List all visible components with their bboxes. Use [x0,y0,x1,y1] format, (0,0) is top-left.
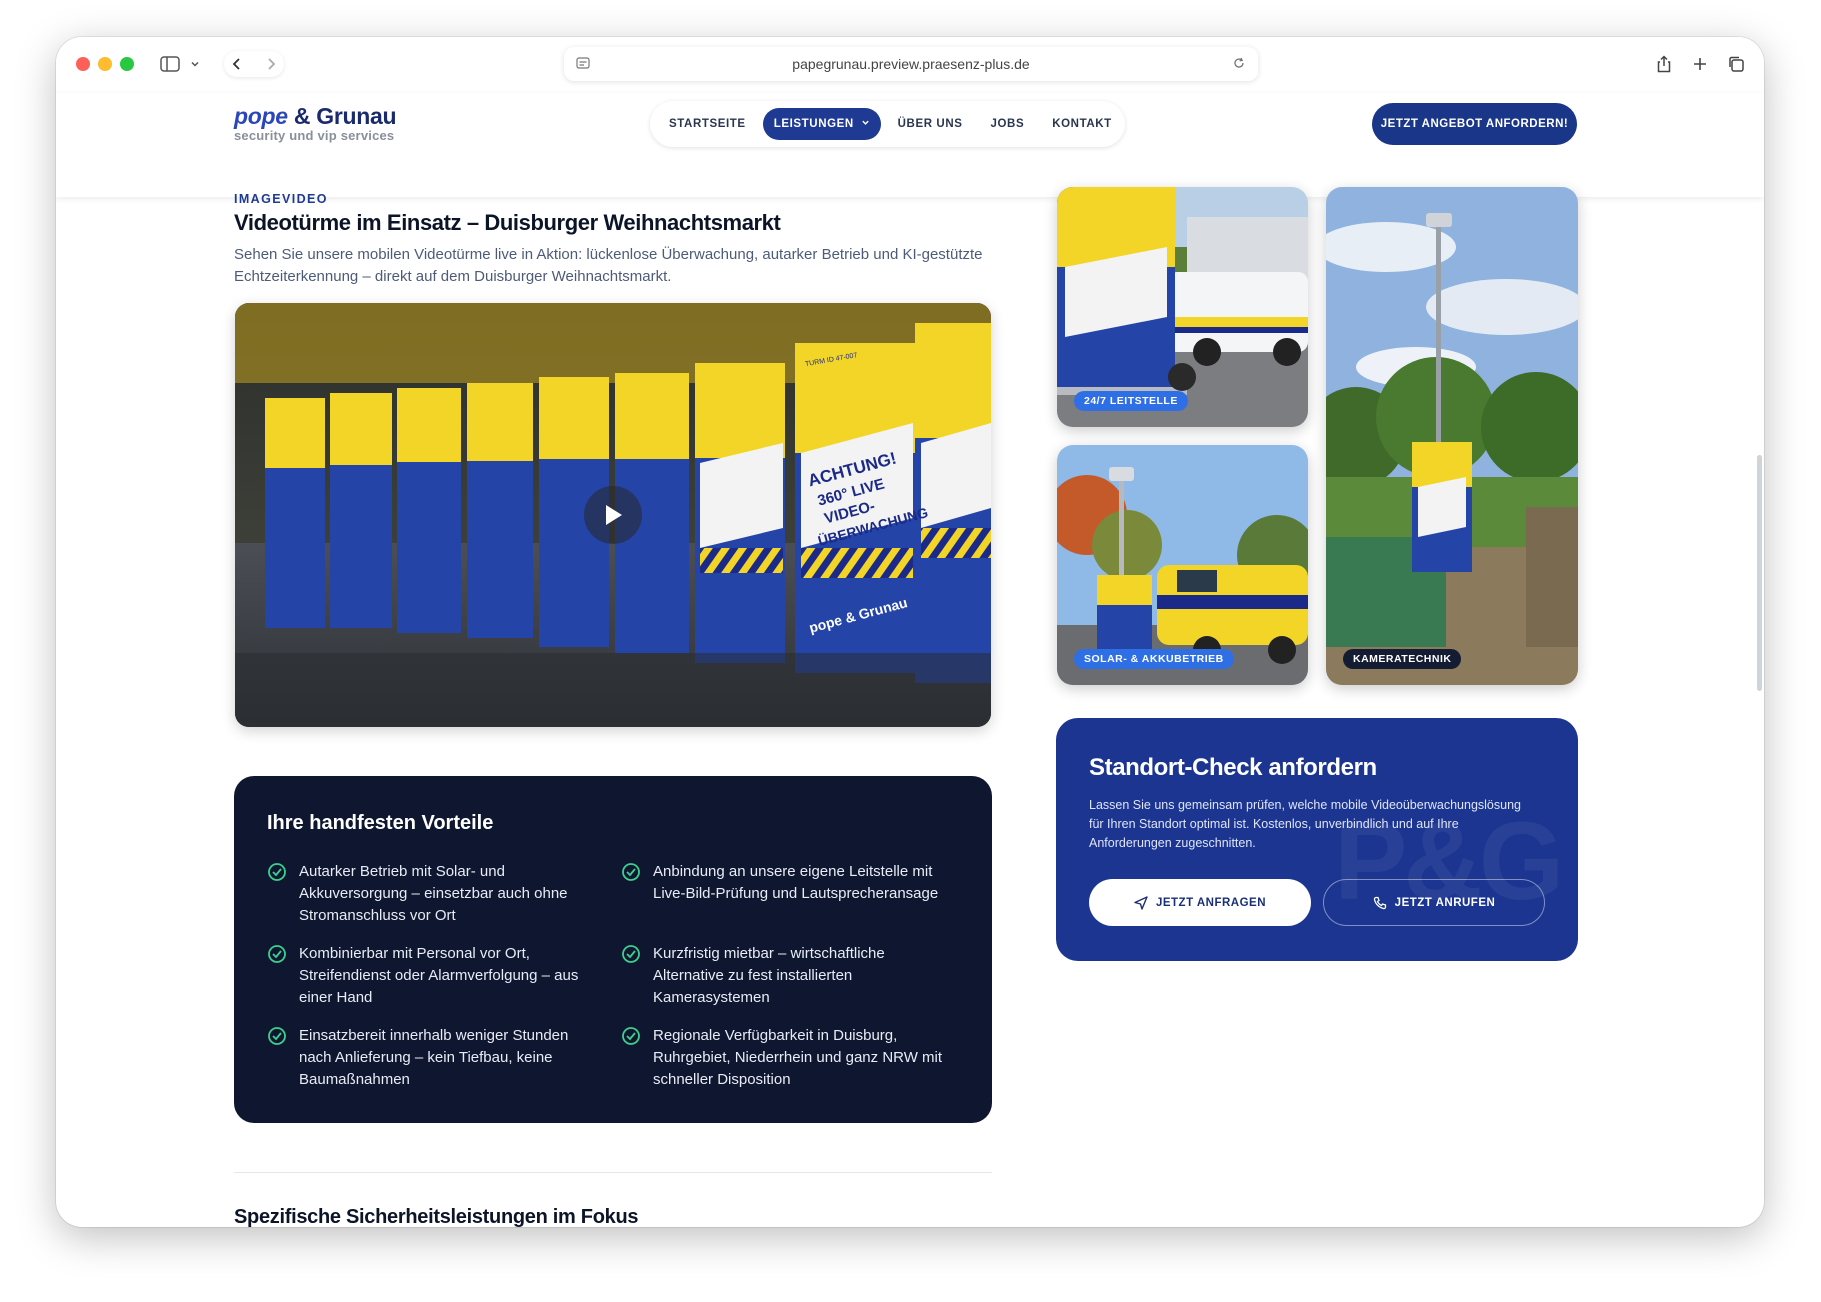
page-scrollbar[interactable] [1757,455,1762,691]
sidebar-icon [160,56,180,72]
nav-item-leistungen[interactable]: LEISTUNGEN [762,108,881,140]
browser-toolbar: papegrunau.preview.praesenz-plus.de [56,37,1764,93]
section-eyebrow: IMAGEVIDEO [234,192,328,206]
specific-services-heading: Spezifische Sicherheitsleistungen im Fok… [234,1206,639,1227]
advantage-item: Regionale Verfügbarkeit in Duisburg, Ruh… [621,1025,951,1091]
cta-card-title: Standort-Check anfordern [1089,754,1377,781]
tile-badge: 24/7 LEITSTELLE [1074,391,1188,411]
send-icon [1134,895,1148,910]
tile-badge: SOLAR- & AKKUBETRIEB [1074,649,1234,669]
video-description: Sehen Sie unsere mobilen Videotürme live… [234,246,983,285]
close-window-button[interactable] [76,57,90,71]
share-button[interactable] [1652,51,1676,77]
advantage-text: Kombinierbar mit Personal vor Ort, Strei… [299,945,579,1006]
check-circle-icon [622,1027,640,1045]
check-circle-icon [268,945,286,963]
gallery-tile-solar[interactable]: SOLAR- & AKKUBETRIEB [1057,445,1308,685]
site-logo[interactable]: pope & Grunau security und vip services [234,103,397,143]
advantage-text: Autarker Betrieb mit Solar- und Akkuvers… [299,863,568,924]
advantage-item: Kombinierbar mit Personal vor Ort, Strei… [267,943,597,1009]
check-circle-icon [268,863,286,881]
check-circle-icon [622,945,640,963]
advantage-text: Einsatzbereit innerhalb weniger Stunden … [299,1027,569,1088]
zoom-window-button[interactable] [120,57,134,71]
phone-icon [1373,896,1386,909]
chevron-down-icon [191,61,199,67]
standort-check-card: P&G Standort-Check anfordern Lassen Sie … [1056,718,1578,961]
logo-brand-right: & Grunau [293,103,397,129]
check-circle-icon [622,863,640,881]
request-now-button[interactable]: JETZT ANFRAGEN [1089,879,1311,926]
advantage-item: Kurzfristig mietbar – wirtschaftliche Al… [621,943,951,1009]
history-nav [224,51,284,77]
advantage-item: Anbindung an unsere eigene Leitstelle mi… [621,861,951,905]
logo-tagline: security und vip services [234,128,395,143]
photo-camera-mast [1326,187,1578,685]
nav-item-jobs[interactable]: JOBS [980,108,1036,140]
advantage-text: Regionale Verfügbarkeit in Duisburg, Ruh… [653,1027,943,1088]
gallery-tile-leitstelle[interactable]: 24/7 LEITSTELLE [1057,187,1308,427]
share-icon [1657,55,1671,73]
forward-arrow-icon[interactable] [265,57,277,71]
main-nav: STARTSEITE LEISTUNGEN ÜBER UNS JOBS KONT… [650,101,1125,147]
video-title: Videotürme im Einsatz – Duisburger Weihn… [234,210,781,235]
section-divider [234,1172,992,1173]
reload-icon[interactable] [1232,56,1246,70]
call-now-label: JETZT ANRUFEN [1394,896,1496,909]
sidebar-toggle-button[interactable] [160,51,200,77]
nav-item-leistungen-label: LEISTUNGEN [773,118,854,130]
advantages-panel: Ihre handfesten Vorteile Autarker Betrie… [234,776,992,1123]
nav-item-kontakt[interactable]: KONTAKT [1041,108,1123,140]
logo-brand-left: pope [234,103,288,129]
gallery-tile-kameratechnik[interactable]: KAMERATECHNIK [1326,187,1578,685]
tab-overview-button[interactable] [1724,51,1748,77]
address-bar[interactable]: papegrunau.preview.praesenz-plus.de [564,47,1258,81]
nav-item-ueber-uns[interactable]: ÜBER UNS [887,108,974,140]
advantages-title: Ihre handfesten Vorteile [267,812,494,834]
tabs-icon [1729,56,1744,72]
advantage-item: Autarker Betrieb mit Solar- und Akkuvers… [267,861,597,927]
plus-icon [1694,58,1706,70]
play-icon [606,505,622,525]
browser-window: papegrunau.preview.praesenz-plus.de pope… [56,37,1764,1227]
play-button[interactable] [584,486,642,544]
advantage-item: Einsatzbereit innerhalb weniger Stunden … [267,1025,597,1091]
call-now-button[interactable]: JETZT ANRUFEN [1323,879,1545,926]
advantage-text: Kurzfristig mietbar – wirtschaftliche Al… [653,945,885,1006]
url-text: papegrunau.preview.praesenz-plus.de [792,56,1030,72]
tile-badge: KAMERATECHNIK [1343,649,1462,669]
advantage-text: Anbindung an unsere eigene Leitstelle mi… [653,863,939,902]
request-now-label: JETZT ANFRAGEN [1155,896,1267,909]
nav-item-startseite[interactable]: STARTSEITE [658,108,757,140]
cta-card-text: Lassen Sie uns gemeinsam prüfen, welche … [1089,798,1521,850]
back-arrow-icon[interactable] [231,57,243,71]
new-tab-button[interactable] [1688,51,1712,77]
chevron-down-icon [861,120,869,125]
check-circle-icon [268,1027,286,1045]
video-player[interactable]: ACHTUNG! 360° LIVE VIDEO- ÜBERWACHUNG po… [235,303,991,727]
page-settings-icon[interactable] [576,56,590,70]
header-cta-button[interactable]: JETZT ANGEBOT ANFORDERN! [1372,103,1577,145]
minimize-window-button[interactable] [98,57,112,71]
